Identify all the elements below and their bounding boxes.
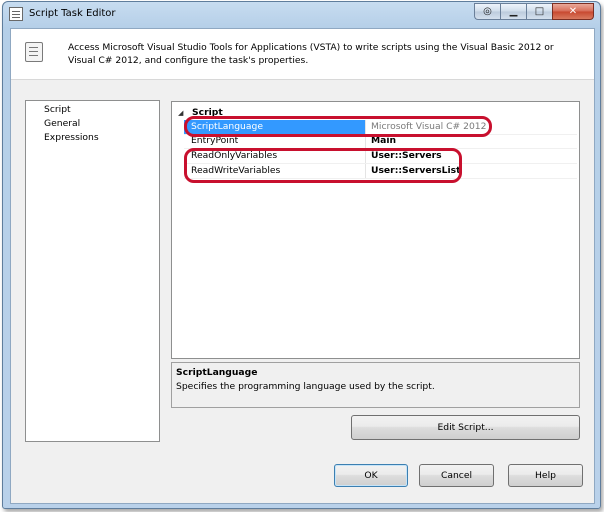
help-button[interactable]: Help bbox=[508, 464, 583, 487]
collapse-triangle-icon[interactable]: ◢ bbox=[178, 109, 183, 117]
nav-panel: Script General Expressions bbox=[25, 100, 160, 442]
cancel-button[interactable]: Cancel bbox=[419, 464, 494, 487]
header-description: Access Microsoft Visual Studio Tools for… bbox=[68, 42, 554, 66]
description-panel: ScriptLanguage Specifies the programming… bbox=[171, 362, 580, 408]
help-icon: ◎ bbox=[483, 6, 492, 17]
edit-script-button[interactable]: Edit Script... bbox=[351, 415, 580, 440]
ok-button[interactable]: OK bbox=[334, 464, 408, 487]
minimize-icon: ▁ bbox=[509, 6, 518, 17]
minimize-button[interactable]: ▁ bbox=[500, 3, 526, 20]
nav-item-expressions[interactable]: Expressions bbox=[44, 132, 99, 143]
property-grid: ◢ Script ScriptLanguage Microsoft Visual… bbox=[171, 101, 580, 359]
help-caption-button[interactable]: ◎ bbox=[474, 3, 500, 20]
window-title: Script Task Editor bbox=[29, 8, 116, 19]
nav-item-script[interactable]: Script bbox=[44, 104, 71, 115]
description-title: ScriptLanguage bbox=[176, 367, 258, 378]
close-icon: ✕ bbox=[568, 6, 578, 17]
nav-item-general[interactable]: General bbox=[44, 118, 80, 129]
script-scroll-icon bbox=[25, 42, 43, 62]
annotation-highlight-scriptlanguage bbox=[184, 116, 492, 137]
caption-buttons: ◎ ▁ □ ✕ bbox=[474, 3, 594, 20]
maximize-icon: □ bbox=[534, 6, 545, 17]
dialog-client-area: Access Microsoft Visual Studio Tools for… bbox=[10, 28, 595, 504]
header-band: Access Microsoft Visual Studio Tools for… bbox=[11, 29, 594, 80]
maximize-button[interactable]: □ bbox=[526, 3, 552, 20]
close-button[interactable]: ✕ bbox=[552, 3, 594, 20]
title-bar[interactable]: Script Task Editor ◎ ▁ □ ✕ bbox=[3, 2, 600, 28]
script-task-editor-window: Script Task Editor ◎ ▁ □ ✕ Access Micros… bbox=[2, 1, 601, 509]
description-text: Specifies the programming language used … bbox=[176, 381, 435, 392]
script-task-icon bbox=[9, 7, 23, 21]
annotation-highlight-variables bbox=[184, 148, 462, 183]
